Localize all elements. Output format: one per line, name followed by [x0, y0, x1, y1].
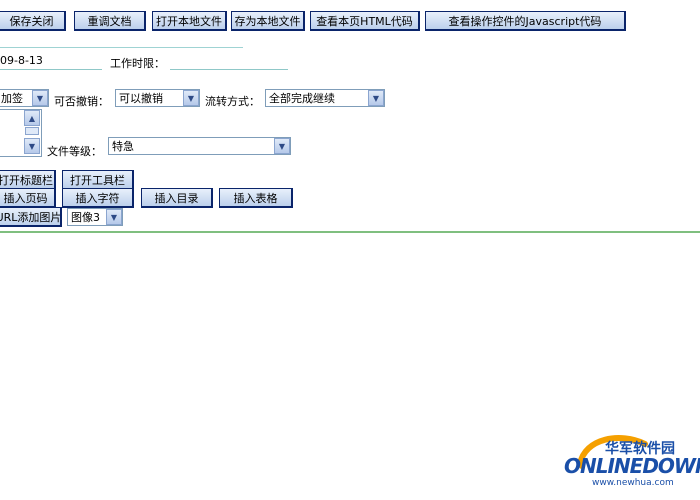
date-field[interactable]: 09-8-13 — [0, 52, 102, 70]
sign-select[interactable]: 加签 ▼ — [0, 89, 49, 107]
chevron-down-icon[interactable]: ▼ — [32, 90, 48, 106]
save-close-button[interactable]: 保存关闭 — [0, 11, 66, 31]
open-toolbar-button[interactable]: 打开工具栏 — [62, 170, 134, 190]
save-local-file-button[interactable]: 存为本地文件 — [231, 11, 305, 31]
work-limit-field[interactable] — [170, 52, 288, 70]
toolbar-underline — [0, 47, 243, 48]
redo-doc-button[interactable]: 重调文档 — [74, 11, 146, 31]
level-select[interactable]: 特急 ▼ — [108, 137, 291, 155]
level-label: 文件等级： — [47, 145, 102, 158]
image-select-value: 图像3 — [71, 211, 100, 224]
view-html-button[interactable]: 查看本页HTML代码 — [310, 11, 420, 31]
chevron-down-icon[interactable]: ▼ — [274, 138, 290, 154]
undo-select-value: 可以撤销 — [119, 92, 163, 105]
undo-label: 可否撤销： — [54, 95, 109, 108]
logo-en-text: ONLINEDOWN — [564, 454, 700, 478]
sign-select-value: 加签 — [1, 92, 23, 105]
flow-label: 流转方式： — [205, 95, 260, 108]
chevron-down-icon[interactable]: ▼ — [106, 209, 122, 225]
chevron-down-icon[interactable]: ▼ — [183, 90, 199, 106]
view-js-button[interactable]: 查看操作控件的Javascript代码 — [425, 11, 626, 31]
flow-select-value: 全部完成继续 — [269, 92, 335, 105]
level-select-value: 特急 — [112, 140, 134, 153]
scroll-up-icon[interactable]: ▲ — [24, 110, 40, 126]
scrollbar-thumb[interactable] — [25, 127, 39, 135]
insert-char-button[interactable]: 插入字符 — [62, 188, 134, 208]
image-select[interactable]: 图像3 ▼ — [67, 208, 123, 226]
scroll-down-icon[interactable]: ▼ — [24, 138, 40, 154]
open-local-file-button[interactable]: 打开本地文件 — [152, 11, 227, 31]
undo-select[interactable]: 可以撤销 ▼ — [115, 89, 200, 107]
insert-table-button[interactable]: 插入表格 — [219, 188, 293, 208]
work-limit-label: 工作时限： — [110, 57, 165, 70]
watermark-logo: 华军软件园 ONLINEDOWN www.newhua.com — [560, 430, 700, 495]
chevron-down-icon[interactable]: ▼ — [368, 90, 384, 106]
add-image-url-button[interactable]: URL添加图片 — [0, 207, 62, 227]
logo-url-text: www.newhua.com — [592, 478, 674, 488]
section-divider — [0, 231, 700, 233]
flow-select[interactable]: 全部完成继续 ▼ — [265, 89, 385, 107]
insert-toc-button[interactable]: 插入目录 — [141, 188, 213, 208]
insert-page-no-button[interactable]: 插入页码 — [0, 188, 56, 208]
open-title-bar-button[interactable]: 打开标题栏 — [0, 170, 56, 190]
